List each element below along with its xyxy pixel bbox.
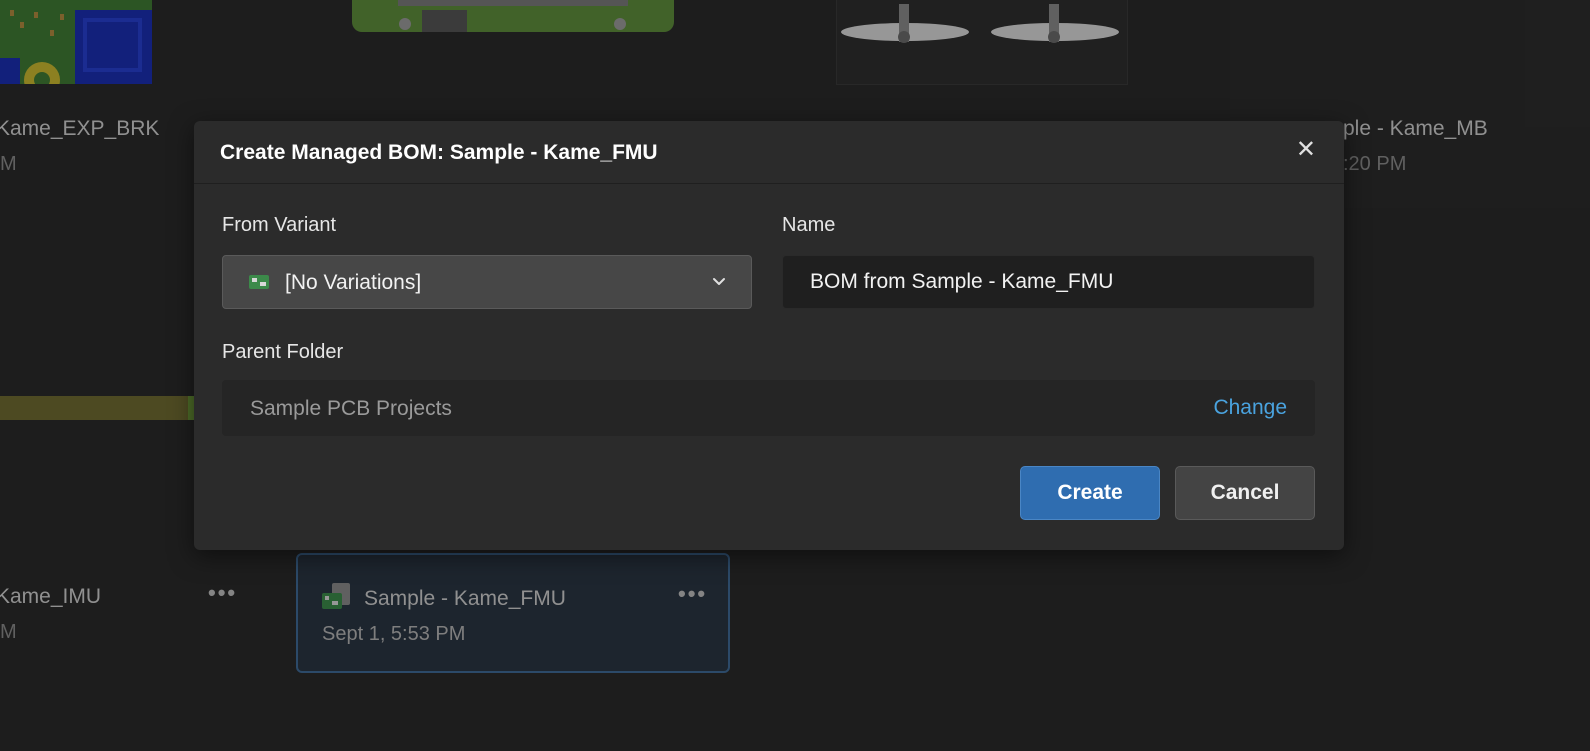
chevron-down-icon — [713, 278, 725, 285]
name-input[interactable] — [782, 255, 1315, 309]
pcb-board-icon — [249, 275, 269, 289]
name-label: Name — [782, 214, 836, 236]
change-folder-link[interactable]: Change — [1213, 396, 1287, 420]
create-button[interactable]: Create — [1020, 466, 1160, 520]
cancel-button[interactable]: Cancel — [1175, 466, 1315, 520]
from-variant-label: From Variant — [222, 214, 337, 236]
create-managed-bom-dialog: Create Managed BOM: Sample - Kame_FMU ✕ … — [194, 121, 1344, 550]
parent-folder-label: Parent Folder — [222, 341, 344, 363]
parent-folder-value: Sample PCB Projects — [250, 397, 452, 420]
variant-select-value: [No Variations] — [285, 271, 422, 294]
parent-folder-field: Sample PCB Projects Change — [222, 380, 1315, 436]
dialog-header: Create Managed BOM: Sample - Kame_FMU ✕ — [194, 121, 1344, 184]
variant-select[interactable]: [No Variations] — [222, 255, 752, 309]
close-icon[interactable]: ✕ — [1296, 135, 1316, 164]
dialog-title: Create Managed BOM: Sample - Kame_FMU — [220, 141, 658, 164]
